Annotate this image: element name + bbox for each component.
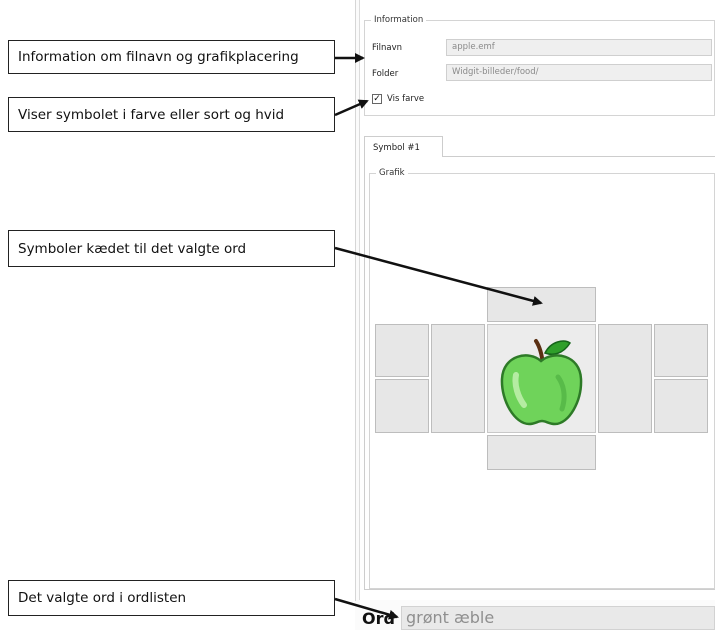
filename-label: Filnavn xyxy=(372,43,403,53)
symbol-slot-center[interactable] xyxy=(487,324,596,433)
symbol-slot-top[interactable] xyxy=(487,287,596,322)
symbol-slot-right-outer-bottom[interactable] xyxy=(654,379,708,433)
symbol-slot-left-inner-top[interactable] xyxy=(431,324,485,433)
color-checkbox[interactable]: ✓ xyxy=(372,94,382,104)
symbol-slot-right-outer-top[interactable] xyxy=(654,324,708,377)
symbol-slot-right-inner-top[interactable] xyxy=(598,324,652,433)
color-checkbox-label[interactable]: Vis farve xyxy=(387,93,424,105)
symbol-slot-left-outer-top[interactable] xyxy=(375,324,429,377)
callout-filename-info: Information om filnavn og grafikplacerin… xyxy=(8,40,335,74)
symbol-slot-left-outer-bottom[interactable] xyxy=(375,379,429,433)
symbol-slot-bottom[interactable] xyxy=(487,435,596,470)
callout-linked-symbols: Symboler kædet til det valgte ord xyxy=(8,230,335,267)
graphic-legend: Grafik xyxy=(376,167,408,179)
folder-label: Folder xyxy=(372,69,399,79)
callout-selected-word: Det valgte ord i ordlisten xyxy=(8,580,335,616)
folder-field[interactable]: Widgit-billeder/food/ xyxy=(446,64,712,81)
tab-symbol-1[interactable]: Symbol #1 xyxy=(364,136,443,157)
information-legend: Information xyxy=(371,14,427,26)
apple-icon xyxy=(500,339,583,426)
word-label: Ord xyxy=(362,609,395,628)
filename-field[interactable]: apple.emf xyxy=(446,39,712,56)
tab-symbol-1-label: Symbol #1 xyxy=(373,143,420,153)
word-input[interactable]: grønt æble xyxy=(401,606,715,630)
callout-color-toggle: Viser symbolet i farve eller sort og hvi… xyxy=(8,97,335,132)
